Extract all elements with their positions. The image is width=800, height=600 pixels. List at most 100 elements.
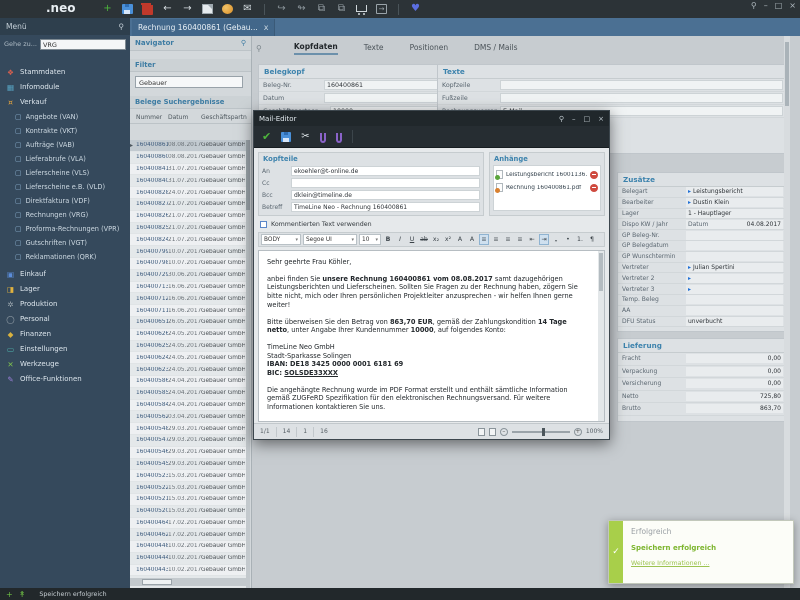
table-row[interactable]: 16040065126.05.2017Gebauer GmbH — [130, 317, 246, 329]
attach-file-icon[interactable] — [320, 133, 326, 143]
format-button[interactable]: U — [407, 234, 417, 245]
sidebar-item-verkauf[interactable]: ¤Verkauf — [6, 95, 130, 109]
table-row[interactable]: 16040084131.07.2017Gebauer GmbH — [130, 164, 246, 176]
table-row[interactable]: 16040082621.07.2017Gebauer GmbH — [130, 211, 246, 223]
new-document-icon[interactable] — [202, 4, 213, 14]
document-tab[interactable]: Rechnung 160400861 (Gebau... x — [132, 19, 275, 36]
more-information-link[interactable]: Weitere Informationen ... — [631, 560, 716, 567]
table-row[interactable]: 16040046417.02.2017Gebauer GmbH — [130, 518, 246, 530]
table-row[interactable]: 16040084031.07.2017Gebauer GmbH — [130, 175, 246, 187]
tools-icon[interactable]: ✂ — [301, 131, 309, 142]
format-select[interactable]: 10▾ — [359, 234, 381, 245]
delete-attachment-icon[interactable] — [590, 184, 598, 192]
editor-scrollbar[interactable] — [598, 251, 604, 421]
format-button[interactable]: A — [455, 234, 465, 245]
table-row[interactable]: 16040052315.03.2017Gebauer GmbH — [130, 470, 246, 482]
pin-icon[interactable]: ⚲ — [751, 1, 757, 10]
format-button[interactable]: A — [467, 234, 477, 245]
format-button[interactable]: x₂ — [431, 234, 441, 245]
sidebar-item-direktfaktura-vdf[interactable]: ▢Direktfaktura (VDF) — [15, 194, 130, 208]
table-row[interactable]: 16040082721.07.2017Gebauer GmbH — [130, 199, 246, 211]
table-row[interactable]: 16040062524.05.2017Gebauer GmbH — [130, 341, 246, 353]
sidebar-item-office-funktionen[interactable]: ✎Office-Funktionen — [6, 372, 130, 386]
mail-betreff-field[interactable]: TimeLine Neo - Rechnung 160400861 — [291, 202, 480, 212]
table-row[interactable]: 16040062324.05.2017Gebauer GmbH — [130, 364, 246, 376]
format-button[interactable]: ¶ — [587, 234, 597, 245]
tab-texte[interactable]: Texte — [364, 43, 384, 54]
table-row[interactable]: 16040082824.07.2017Gebauer GmbH — [130, 187, 246, 199]
link-arrow-icon[interactable]: ▸ — [688, 275, 691, 282]
navigator-vertical-scrollbar[interactable] — [246, 140, 250, 590]
field-value[interactable]: 0,00 — [686, 379, 783, 388]
sidebar-item-produktion[interactable]: ✲Produktion — [6, 297, 130, 311]
sidebar-item-infomodule[interactable]: ▦Infomodule — [6, 80, 130, 94]
save-icon[interactable] — [281, 132, 291, 142]
filter-input[interactable]: Gebauer — [135, 76, 243, 88]
mail-icon[interactable]: ✉ — [242, 2, 253, 16]
link-arrow-icon[interactable]: ▸ — [688, 199, 691, 206]
link-arrow-icon[interactable]: ▸ — [688, 188, 691, 195]
format-button[interactable]: ≡ — [479, 234, 489, 245]
link-arrow-icon[interactable]: ▸ — [688, 264, 691, 271]
field-value[interactable]: ▸Julian Spertini — [686, 263, 783, 272]
maximize-icon[interactable]: □ — [775, 1, 783, 10]
field-value[interactable]: 863,70 — [686, 404, 783, 413]
table-row[interactable]: 16040079810.07.2017Gebauer GmbH — [130, 258, 246, 270]
scrollbar-thumb[interactable] — [785, 42, 789, 106]
format-button[interactable]: ab — [419, 234, 429, 245]
main-vertical-scrollbar[interactable] — [784, 36, 790, 588]
mail-an-field[interactable]: ekoehler@t-online.de — [291, 166, 480, 176]
close-icon[interactable]: × — [598, 115, 604, 123]
forward-icon[interactable]: → — [182, 2, 193, 16]
table-row[interactable]: 16040071116.06.2017Gebauer GmbH — [130, 305, 246, 317]
field-value[interactable] — [686, 295, 783, 304]
tab-dms-mails[interactable]: DMS / Mails — [474, 43, 517, 54]
back-icon[interactable]: ← — [162, 2, 173, 16]
page-width-icon[interactable] — [489, 428, 496, 436]
zoom-slider[interactable] — [512, 431, 570, 433]
sidebar-item-proforma-rechnungen-vpr[interactable]: ▢Proforma-Rechnungen (VPR) — [15, 222, 130, 236]
sidebar-item-werkzeuge[interactable]: ✕Werkzeuge — [6, 357, 130, 371]
reply-icon[interactable]: ↪ — [276, 2, 287, 16]
notification-toast[interactable]: ✓ Erfolgreich Speichern erfolgreich Weit… — [608, 520, 794, 584]
table-row[interactable]: 16040052115.03.2017Gebauer GmbH — [130, 494, 246, 506]
sidebar-item-lieferscheine-vls[interactable]: ▢Lieferscheine (VLS) — [15, 166, 130, 180]
column-header-nummer[interactable]: Nummer — [136, 114, 168, 121]
field-value[interactable]: unverbucht — [686, 317, 783, 326]
format-button[interactable]: ≡ — [515, 234, 525, 245]
sidebar-item-gutschriften-vgt[interactable]: ▢Gutschriften (VGT) — [15, 236, 130, 250]
format-button[interactable]: ⇥ — [539, 234, 549, 245]
zoom-out-icon[interactable]: – — [500, 428, 508, 436]
format-select[interactable]: Segoe UI▾ — [303, 234, 357, 245]
format-button[interactable]: ≡ — [503, 234, 513, 245]
delete-attachment-icon[interactable] — [590, 171, 598, 179]
format-button[interactable]: I — [395, 234, 405, 245]
exit-icon[interactable]: → — [376, 4, 387, 14]
pin-icon[interactable]: ⚲ — [559, 115, 564, 123]
format-button[interactable]: x² — [443, 234, 453, 245]
field-value[interactable]: 0,00 — [686, 354, 783, 363]
format-select[interactable]: BODY▾ — [261, 234, 301, 245]
navigator-horizontal-scrollbar[interactable] — [130, 578, 246, 586]
scrollbar-thumb[interactable] — [246, 140, 250, 210]
field-value[interactable]: 725,80 — [686, 392, 783, 401]
table-row[interactable]: 16040052215.03.2017Gebauer GmbH — [130, 482, 246, 494]
dialog-titlebar[interactable]: Mail-Editor ⚲ – □ × — [254, 111, 609, 126]
table-row[interactable]: 16040082421.07.2017Gebauer GmbH — [130, 234, 246, 246]
field-value[interactable]: ▸Dustin Klein — [686, 198, 783, 207]
table-row[interactable]: 16040044310.02.2017Gebauer GmbH — [130, 565, 246, 577]
table-row[interactable]: 16040086008.08.2017Gebauer GmbH — [130, 152, 246, 164]
sidebar-item-lieferabrufe-vla[interactable]: ▢Lieferabrufe (VLA) — [15, 152, 130, 166]
field-value[interactable]: Datum04.08.2017 — [686, 220, 783, 229]
link-arrow-icon[interactable]: ▸ — [688, 286, 691, 293]
mail-cc-field[interactable] — [291, 178, 480, 188]
close-tab-icon[interactable]: x — [264, 23, 269, 32]
field-value[interactable] — [686, 231, 783, 240]
sidebar-item-einkauf[interactable]: ▣Einkauf — [6, 267, 130, 281]
scrollbar-thumb[interactable] — [142, 579, 172, 585]
zoom-in-icon[interactable]: + — [574, 428, 582, 436]
maximize-icon[interactable]: □ — [584, 115, 591, 123]
attachment-item[interactable]: Rechnung 160400861.pdf — [496, 181, 598, 194]
table-row[interactable]: 16040054829.03.2017Gebauer GmbH — [130, 423, 246, 435]
sidebar-item-auftr-ge-vab[interactable]: ▢Aufträge (VAB) — [15, 138, 130, 152]
